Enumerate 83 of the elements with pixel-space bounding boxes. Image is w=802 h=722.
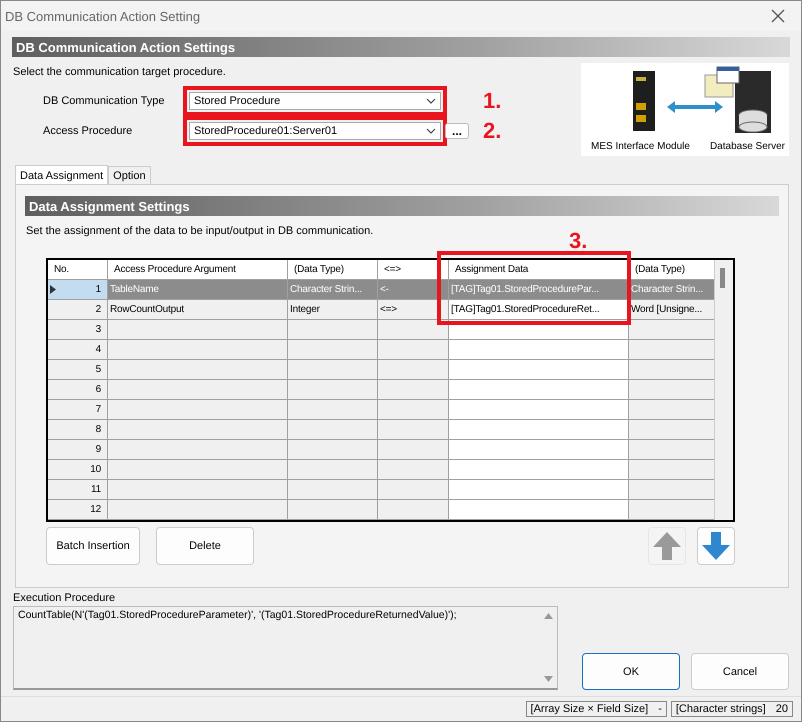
scroll-down-icon[interactable] — [544, 676, 552, 682]
row-number: 12 — [90, 504, 101, 515]
row-header[interactable]: 4 — [48, 340, 108, 360]
row-pointer-icon — [50, 285, 56, 294]
tab[interactable]: Option — [108, 166, 151, 184]
column-header: <=> — [378, 260, 449, 280]
row-number: 10 — [90, 464, 101, 475]
table-cell — [378, 380, 449, 400]
section-header: DB Communication Action Settings — [12, 37, 790, 57]
instruction-text: Select the communication target procedure. — [13, 66, 227, 78]
status-value: 20 — [776, 703, 788, 715]
procedure-text-area[interactable]: CountTable(N'(Tag01.StoredProcedureParameter)', '(Tag01.StoredProcedureReturnedValue)'); — [13, 606, 558, 690]
row-number: 5 — [96, 364, 101, 375]
row-header[interactable]: 3 — [48, 320, 108, 340]
row-header[interactable]: 10 — [48, 460, 108, 480]
table-cell: Character Strin... — [629, 280, 714, 300]
table-cell — [378, 480, 449, 500]
column-header: Access Procedure Argument — [108, 260, 288, 280]
row-header[interactable]: 9 — [48, 440, 108, 460]
window-title: DB Communication Action Setting — [5, 8, 200, 24]
row-header[interactable]: 8 — [48, 420, 108, 440]
dropdown-field[interactable]: Stored Procedure — [189, 92, 441, 110]
table-cell: <- — [378, 280, 449, 300]
table-cell: Word [Unsigne... — [629, 300, 714, 320]
callout-number: 2. — [483, 118, 502, 144]
row-number: 3 — [96, 324, 101, 335]
dialog-button[interactable]: Cancel — [691, 653, 789, 690]
row-header[interactable]: 1 — [48, 280, 108, 300]
row-number: 9 — [96, 444, 101, 455]
section-header: Data Assignment Settings — [25, 196, 779, 216]
close-icon[interactable] — [771, 9, 785, 23]
field-label: Access Procedure — [43, 125, 134, 137]
scroll-up-icon[interactable] — [544, 613, 552, 619]
dialog-button[interactable]: OK — [582, 653, 680, 690]
status-label: [Array Size × Field Size] — [530, 703, 648, 715]
status-label: [Character strings] — [676, 703, 766, 715]
table-cell: Character Strin... — [288, 280, 378, 300]
field-label: DB Communication Type — [43, 95, 166, 107]
row-header[interactable]: 7 — [48, 400, 108, 420]
table-cell: TableName — [108, 280, 288, 300]
table-cell — [378, 400, 449, 420]
table-cell — [378, 320, 449, 340]
table-cell — [378, 440, 449, 460]
row-header[interactable]: 5 — [48, 360, 108, 380]
dropdown-caret-icon — [426, 98, 436, 104]
row-header[interactable]: 6 — [48, 380, 108, 400]
row-number: 4 — [96, 344, 101, 355]
callout-number: 1. — [483, 88, 502, 114]
table-cell: RowCountOutput — [108, 300, 288, 320]
row-number: 6 — [96, 384, 101, 395]
table-cell: [TAG]Tag01.StoredProcedurePar... — [449, 280, 629, 300]
status-value: - — [658, 703, 662, 715]
row-number: 1 — [96, 284, 101, 295]
row-number: 8 — [96, 424, 101, 435]
instruction-text: Set the assignment of the data to be input/output in DB communication. — [26, 225, 374, 237]
row-number: 2 — [96, 304, 101, 315]
column-header: (Data Type) — [288, 260, 378, 280]
table-cell — [378, 420, 449, 440]
tab[interactable]: Data Assignment — [15, 165, 108, 185]
scrollbar-thumb[interactable] — [720, 268, 726, 288]
row-number: 11 — [91, 484, 101, 495]
table-cell: [TAG]Tag01.StoredProcedureRet... — [449, 300, 629, 320]
field-label: Execution Procedure — [13, 592, 116, 604]
action-button[interactable]: Batch Insertion — [46, 527, 140, 565]
table-cell: <=> — [378, 300, 449, 320]
diagram-label: MES Interface Module — [591, 141, 690, 152]
table-cell — [378, 460, 449, 480]
callout-number: 3. — [569, 228, 588, 254]
dropdown-caret-icon — [426, 128, 436, 134]
column-header: No. — [48, 260, 108, 280]
column-header: Assignment Data — [449, 260, 629, 280]
dropdown-field[interactable]: StoredProcedure01:Server01 — [189, 122, 441, 140]
table-cell: Integer — [288, 300, 378, 320]
table-cell — [378, 360, 449, 380]
table-cell — [378, 340, 449, 360]
row-header[interactable]: 12 — [48, 500, 108, 520]
row-number: 7 — [96, 404, 101, 415]
row-header[interactable]: 2 — [48, 300, 108, 320]
column-header: (Data Type) — [629, 260, 714, 280]
row-header[interactable]: 11 — [48, 480, 108, 500]
browse-button[interactable]: ... — [445, 123, 469, 139]
diagram-label: Database Server — [710, 141, 785, 152]
action-button[interactable]: Delete — [156, 527, 254, 565]
